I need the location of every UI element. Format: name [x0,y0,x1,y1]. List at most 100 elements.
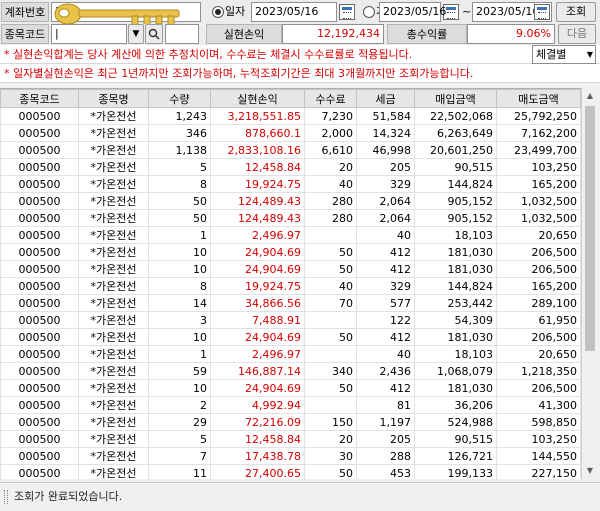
table-cell: 90,515 [414,430,497,448]
table-cell: 181,030 [414,379,497,397]
table-cell: 206,500 [496,243,581,261]
table-row[interactable]: 000500 *가온전선 346 878,660.1 2,000 14,324 6,263,… [0,124,581,142]
table-cell: 412 [356,260,415,278]
table-cell: 5 [148,430,211,448]
table-cell: 1,243 [148,107,211,125]
table-row[interactable]: 000500 *가온전선 8 19,924.75 40 329 144,824 165,200 [0,175,581,193]
column-header[interactable]: 세금 [356,89,415,108]
table-row[interactable]: 000500 *가온전선 50 124,489.43 280 2,064 905,152 1,… [0,209,581,227]
table-row[interactable]: 000500 *가온전선 5 12,458.84 20 205 90,515 103,250 [0,430,581,448]
column-header[interactable]: 실현손익 [210,89,305,108]
table-cell: 17,438.78 [210,447,305,465]
table-cell: *가온전선 [78,226,149,244]
scroll-up-icon[interactable]: ▲ [582,88,598,104]
table-cell: 000500 [0,107,79,125]
table-cell: 3,218,551.85 [210,107,305,125]
scroll-down-icon[interactable]: ▼ [582,463,598,479]
table-row[interactable]: 000500 *가온전선 59 146,887.14 340 2,436 1,068,079… [0,362,581,380]
table-header-row: 종목코드 종목명 수량 실현손익 수수료 세금 매입금액 매도금액 [0,89,581,108]
table-row[interactable]: 000500 *가온전선 1,243 3,218,551.85 7,230 51,584 2… [0,107,581,125]
table-cell: 59 [148,362,211,380]
dropdown-arrow-icon[interactable]: ▼ [128,24,144,44]
table-row[interactable]: 000500 *가온전선 1,138 2,833,108.16 6,610 46,998 2… [0,141,581,159]
radio-date-label: 일자 [225,5,246,18]
column-header[interactable]: 종목명 [78,89,149,108]
column-header[interactable]: 매도금액 [496,89,581,108]
total-return-value: 9.06% [467,24,555,44]
period-from-field[interactable]: 2023/05/16 [379,2,446,22]
date-field[interactable]: 2023/05/16 [251,2,337,22]
status-message: 조회가 완료되었습니다. [14,490,123,503]
column-header[interactable]: 수량 [148,89,211,108]
table-row[interactable]: 000500 *가온전선 10 24,904.69 50 412 181,030 206,50… [0,260,581,278]
table-row[interactable]: 000500 *가온전선 5 12,458.84 20 205 90,515 103,250 [0,158,581,176]
table-cell: 2,064 [356,192,415,210]
table-cell: 144,550 [496,447,581,465]
table-cell: 20 [304,158,357,176]
table-cell: 205 [356,158,415,176]
table-cell: 1,032,500 [496,192,581,210]
execution-type-select[interactable]: 체결별 ▼ [532,45,596,64]
next-button[interactable]: 다음 [558,24,596,44]
table-cell: 51,584 [356,107,415,125]
table-cell: 126,721 [414,447,497,465]
stock-code-input[interactable]: | [51,24,127,44]
table-row[interactable]: 000500 *가온전선 50 124,489.43 280 2,064 905,152 1,… [0,192,581,210]
table-cell: 30 [304,447,357,465]
realized-pl-label: 실현손익 [206,24,282,44]
table-cell: 000500 [0,226,79,244]
table-cell: 000500 [0,277,79,295]
table-cell: 20,601,250 [414,141,497,159]
table-row[interactable]: 000500 *가온전선 1 2,496.97 40 18,103 20,650 [0,226,581,244]
table-cell: 124,489.43 [210,192,305,210]
table-cell: *가온전선 [78,141,149,159]
table-cell: 10 [148,379,211,397]
radio-period[interactable] [363,6,375,18]
table-cell: *가온전선 [78,311,149,329]
calendar-icon[interactable] [339,4,355,20]
results-table-container[interactable]: 종목코드 종목명 수량 실현손익 수수료 세금 매입금액 매도금액 000500… [0,88,581,479]
scroll-thumb[interactable] [585,106,595,351]
table-cell: 61,950 [496,311,581,329]
vertical-scrollbar[interactable]: ▲ ▼ [581,88,597,479]
table-row[interactable]: 000500 *가온전선 10 24,904.69 50 412 181,030 206,50… [0,243,581,261]
table-row[interactable]: 000500 *가온전선 10 24,904.69 50 412 181,030 206,50… [0,379,581,397]
table-cell [304,396,357,414]
table-cell: 000500 [0,243,79,261]
table-cell: 23,499,700 [496,141,581,159]
calendar-icon[interactable] [534,4,550,20]
table-row[interactable]: 000500 *가온전선 2 4,992.94 81 36,206 41,300 [0,396,581,414]
table-cell: 50 [304,379,357,397]
table-cell: 54,309 [414,311,497,329]
table-row[interactable]: 000500 *가온전선 1 2,496.97 40 18,103 20,650 [0,345,581,363]
table-cell: 81 [356,396,415,414]
column-header[interactable]: 종목코드 [0,89,79,108]
table-cell: 329 [356,175,415,193]
table-cell: 34,866.56 [210,294,305,312]
column-header[interactable]: 매입금액 [414,89,497,108]
table-cell: 103,250 [496,430,581,448]
table-row[interactable]: 000500 *가온전선 3 7,488.91 122 54,309 61,950 [0,311,581,329]
table-row[interactable]: 000500 *가온전선 11 27,400.65 50 453 199,133 227,15… [0,464,581,479]
search-icon[interactable] [145,24,163,44]
table-row[interactable]: 000500 *가온전선 7 17,438.78 30 288 126,721 144,550 [0,447,581,465]
table-row[interactable]: 000500 *가온전선 10 24,904.69 50 412 181,030 206,50… [0,328,581,346]
table-row[interactable]: 000500 *가온전선 14 34,866.56 70 577 253,442 289,10… [0,294,581,312]
table-cell: 181,030 [414,260,497,278]
table-row[interactable]: 000500 *가온전선 29 72,216.09 150 1,197 524,988 598… [0,413,581,431]
search-button[interactable]: 조회 [556,2,596,22]
stock-name-field [165,24,199,44]
table-cell: 000500 [0,209,79,227]
table-cell: 000500 [0,379,79,397]
table-cell: 288 [356,447,415,465]
column-header[interactable]: 수수료 [304,89,357,108]
table-cell: 000500 [0,175,79,193]
table-cell: 4,992.94 [210,396,305,414]
table-cell: 1,197 [356,413,415,431]
table-cell: 29 [148,413,211,431]
radio-date[interactable] [212,6,224,18]
table-row[interactable]: 000500 *가온전선 8 19,924.75 40 329 144,824 165,200 [0,277,581,295]
table-cell: 000500 [0,362,79,380]
table-cell: *가온전선 [78,107,149,125]
table-cell: 18,103 [414,345,497,363]
